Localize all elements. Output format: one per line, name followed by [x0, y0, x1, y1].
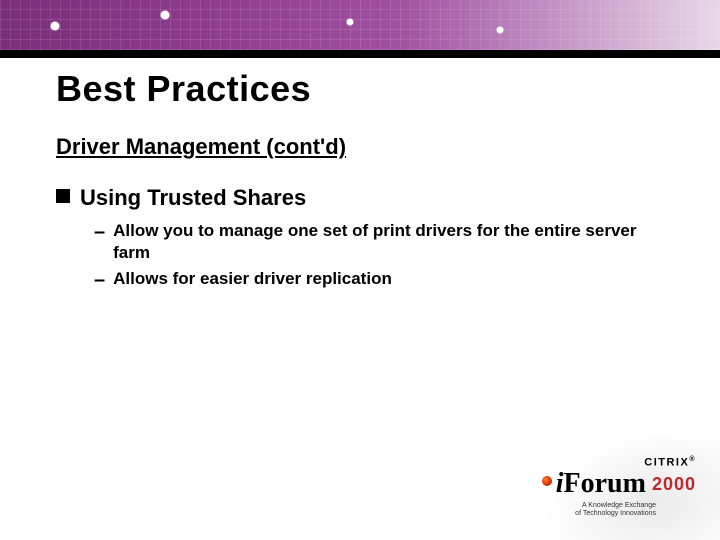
bullet-level1-text: Using Trusted Shares: [80, 184, 306, 212]
logo-tagline-line2: of Technology Innovations: [575, 510, 656, 517]
logo-tagline: A Knowledge Exchange of Technology Innov…: [575, 502, 656, 517]
bullet-level2: – Allows for easier driver replication: [94, 268, 660, 292]
logo-brand-text: CITRIX: [644, 457, 689, 469]
slide-title: Best Practices: [56, 68, 680, 110]
bullet-level1: Using Trusted Shares: [56, 184, 660, 212]
bullet-level2-text: Allows for easier driver replication: [113, 268, 392, 290]
dash-bullet-icon: –: [94, 220, 105, 244]
logo-brand: CITRIX®: [644, 456, 696, 469]
iforum-logo: CITRIX® iForum 2000 A Knowledge Exchange …: [510, 456, 700, 526]
logo-dot-icon: [542, 476, 552, 486]
logo-tagline-line1: A Knowledge Exchange: [582, 502, 656, 509]
logo-year: 2000: [652, 474, 696, 494]
square-bullet-icon: [56, 189, 70, 203]
slide-body: Using Trusted Shares – Allow you to mana…: [56, 184, 660, 296]
logo-i: i: [556, 468, 564, 499]
sub-bullets: – Allow you to manage one set of print d…: [94, 220, 660, 292]
logo-main: iForum 2000: [540, 468, 696, 500]
header-rule: [0, 50, 720, 58]
header-pattern-band: [0, 0, 720, 50]
slide-subtitle: Driver Management (cont'd): [56, 134, 346, 160]
bullet-level2: – Allow you to manage one set of print d…: [94, 220, 660, 264]
dash-bullet-icon: –: [94, 268, 105, 292]
slide: Best Practices Driver Management (cont'd…: [0, 0, 720, 540]
bullet-level2-text: Allow you to manage one set of print dri…: [113, 220, 660, 264]
logo-forum: Forum: [564, 468, 646, 499]
